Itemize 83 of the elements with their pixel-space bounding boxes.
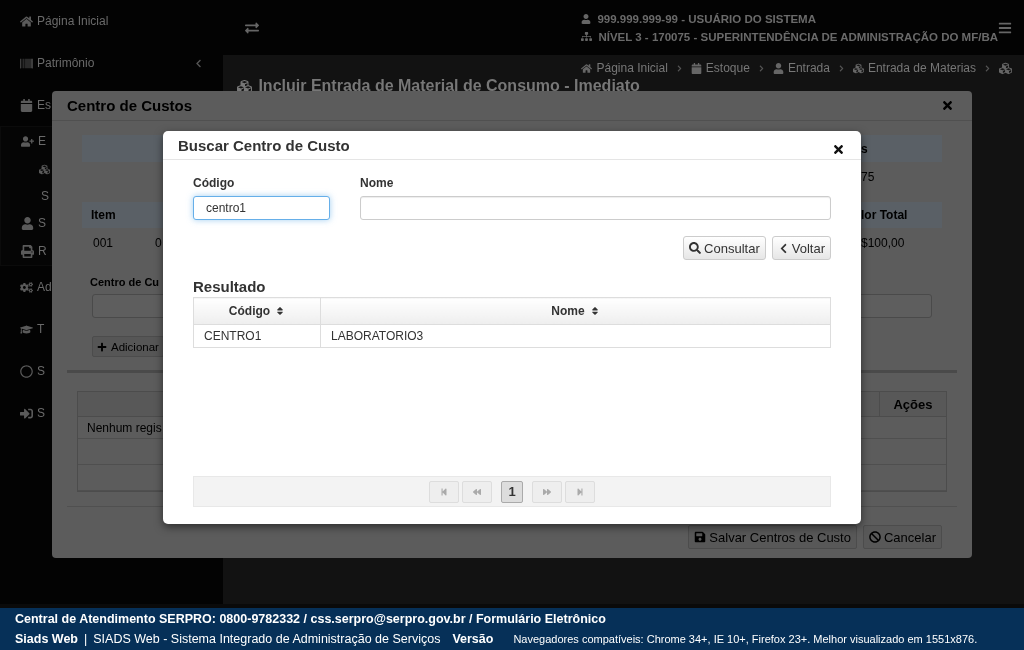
ban-icon [868, 531, 881, 543]
app-name: Siads Web [15, 632, 78, 646]
dialog-title: Centro de Custos [67, 97, 192, 114]
sidebar-item[interactable]: T [37, 322, 45, 336]
add-button[interactable]: Adicionar [92, 336, 164, 357]
sidebar-item[interactable]: Ad [37, 280, 52, 294]
plus-icon [97, 341, 107, 352]
sort-icon [589, 306, 600, 316]
user-plus-icon [21, 134, 34, 148]
table-cell: 0 [155, 236, 162, 250]
next-page-icon [543, 487, 551, 496]
column-header: Item [90, 208, 117, 222]
printer-icon [21, 244, 34, 258]
cancel-button[interactable]: Cancelar [862, 525, 942, 549]
version-label: Versão [452, 632, 494, 646]
app-full-name: SIADS Web - Sistema Integrado de Administração de Serviços [93, 632, 441, 646]
sign-in-icon [20, 406, 33, 420]
home-icon [581, 62, 593, 74]
user-icon [581, 13, 592, 24]
calendar-icon [20, 98, 33, 112]
breadcrumb-link[interactable]: Estoque [690, 61, 750, 75]
field-label: Código [193, 176, 236, 190]
sidebar-item[interactable]: E [38, 134, 46, 148]
swap-icon[interactable] [245, 20, 260, 35]
sidebar-item[interactable]: Es [37, 98, 51, 112]
search-button[interactable]: Consultar [683, 236, 766, 260]
sidebar-item[interactable]: S [37, 364, 45, 378]
table-cell: LABORATORIO3 [320, 324, 831, 348]
chevron-right-icon [675, 64, 683, 72]
sitemap-icon [581, 31, 593, 42]
page-title: Incluir Entrada de Material de Consumo - Imediato [258, 77, 640, 95]
contact-info: Central de Atendimento SERPRO: 0800-9782332 / css.serpro@serpro.gov.br / Formulário Eletrônico [15, 612, 606, 626]
field-label: Nome [360, 176, 395, 190]
sidebar-item[interactable]: R [38, 244, 47, 258]
previous-page-icon [473, 487, 481, 496]
back-button[interactable]: Voltar [771, 236, 831, 260]
menu-icon[interactable] [998, 20, 1012, 35]
result-title: Resultado [193, 278, 267, 295]
name-field[interactable] [360, 196, 831, 220]
chevron-right-icon [984, 64, 991, 72]
sidebar-item[interactable]: S [37, 406, 45, 420]
home-icon [20, 14, 33, 28]
column-header: lor Total [861, 208, 909, 222]
last-page-icon [576, 487, 584, 496]
sort-icon [275, 306, 286, 316]
user-icon [21, 216, 34, 230]
save-button[interactable]: Salvar Centros de Custo [688, 525, 857, 549]
sidebar-item[interactable]: S [41, 189, 49, 203]
search-icon [689, 242, 702, 254]
breadcrumb-link[interactable]: Entrada de Materias [852, 61, 976, 75]
column-header: Ações [879, 392, 946, 416]
barcode-icon [20, 56, 33, 70]
section-title: s [861, 141, 869, 156]
table-cell-text: 001 [93, 236, 115, 250]
close-button[interactable] [832, 142, 845, 156]
user-info: 999.999.999-99 - USUÁRIO DO SISTEMA [597, 12, 816, 25]
dialog-title: Buscar Centro de Custo [178, 136, 350, 154]
browser-info: Navegadores compatíveis: Chrome 34+, IE 10+, Firefox 23+. Melhor visualizado em 1551x876. [513, 633, 978, 645]
table-cell: CENTRO1 [193, 324, 321, 348]
code-field[interactable]: centro1 [193, 196, 330, 220]
separator-text: | [84, 632, 88, 646]
chevron-right-icon [837, 64, 845, 72]
calendar-icon [690, 62, 702, 74]
breadcrumb-link[interactable]: Entrada [772, 61, 830, 75]
column-header[interactable]: Código [193, 297, 321, 325]
page-button[interactable]: 1 [501, 480, 523, 503]
first-page-icon [440, 487, 448, 496]
cubes-icon [852, 62, 864, 74]
sidebar-item[interactable]: Página Inicial [37, 14, 109, 28]
cubes-icon [999, 61, 1012, 75]
breadcrumb-link[interactable]: Página Inicial [581, 61, 668, 75]
cubes-icon [39, 163, 50, 175]
section-value: 75 [861, 170, 876, 184]
sidebar-item[interactable]: Patrimônio [37, 56, 95, 70]
empty-message: Nenhum regis [87, 420, 162, 435]
gears-icon [20, 280, 33, 294]
chevron-right-icon [757, 64, 765, 72]
unit-info: NÍVEL 3 - 170075 - SUPERINTENDÊNCIA DE ADMINISTRAÇÃO DO MF/BA [598, 30, 998, 43]
column-header[interactable]: Nome [320, 297, 831, 325]
sidebar-item[interactable]: S [38, 216, 46, 230]
field-label: Centro de Cu [90, 276, 160, 288]
user-icon [772, 62, 784, 74]
table-cell-text: $100,00 [861, 236, 906, 250]
